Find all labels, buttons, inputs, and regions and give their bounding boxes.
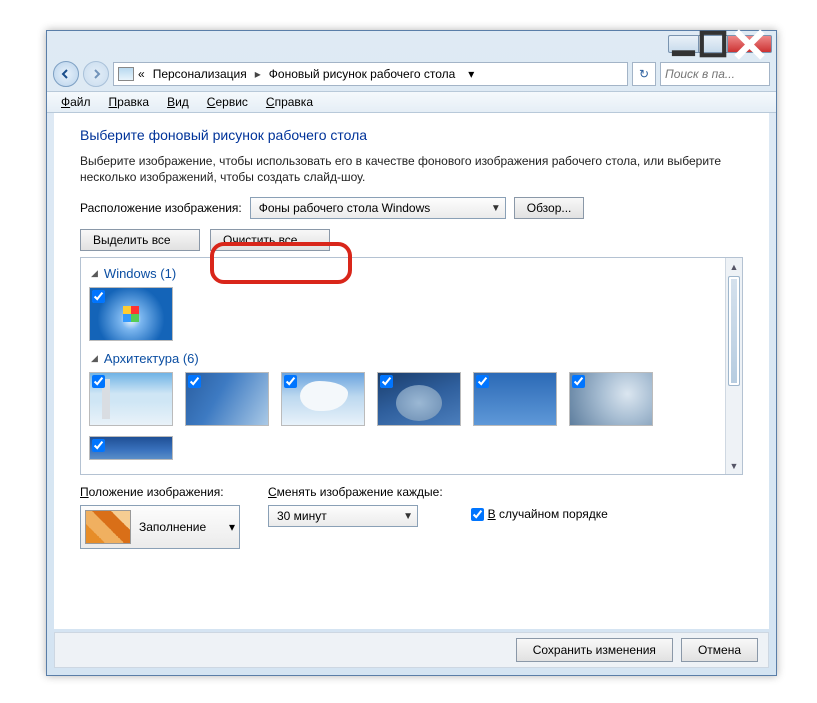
menu-edit[interactable]: Правка [101,93,158,111]
interval-combo[interactable]: 30 минут ▼ [268,505,418,527]
scrollbar-thumb[interactable] [728,276,740,386]
chevron-down-icon: ▼ [491,203,501,214]
save-changes-button[interactable]: Сохранить изменения [516,638,673,662]
position-label: Положение изображения: [80,485,240,499]
position-value: Заполнение [139,520,206,534]
search-input[interactable] [665,67,765,81]
breadcrumb-personalization[interactable]: Персонализация [149,65,251,83]
wallpaper-thumb[interactable] [569,372,653,426]
nav-forward-button[interactable] [83,61,109,87]
location-label: Расположение изображения: [80,201,242,215]
menu-help[interactable]: Справка [258,93,321,111]
page-title: Выберите фоновый рисунок рабочего стола [80,127,743,143]
search-box[interactable] [660,62,770,86]
thumb-checkbox[interactable] [284,375,297,388]
thumb-checkbox[interactable] [92,375,105,388]
interval-value: 30 минут [277,509,327,523]
browse-button[interactable]: Обзор... [514,197,585,219]
page-description: Выберите изображение, чтобы использовать… [80,153,743,185]
thumb-checkbox[interactable] [380,375,393,388]
location-row: Расположение изображения: Фоны рабочего … [80,197,743,219]
select-all-button[interactable]: Выделить все [80,229,200,251]
selection-buttons: Выделить все Очистить все [80,229,743,251]
chevron-down-icon: ▼ [403,511,413,522]
scroll-down-icon[interactable]: ▼ [726,457,742,474]
clear-all-button[interactable]: Очистить все [210,229,330,251]
folder-icon [118,67,134,81]
refresh-button[interactable]: ↻ [632,62,656,86]
shuffle-label[interactable]: В случайном порядке [488,507,608,521]
position-combo[interactable]: Заполнение ▾ [80,505,240,549]
interval-label: Сменять изображение каждые: [268,485,443,499]
desktop-background-window: « Персонализация ▸ Фоновый рисунок рабоч… [46,30,777,676]
wallpaper-thumb[interactable] [473,372,557,426]
titlebar [47,31,776,57]
scroll-up-icon[interactable]: ▲ [726,258,742,275]
wallpaper-thumb[interactable] [281,372,365,426]
address-dropdown-icon[interactable]: ▾ [463,67,479,81]
wallpaper-thumb[interactable] [89,436,173,460]
maximize-button[interactable] [698,35,728,53]
collapse-icon: ◢ [91,268,98,279]
breadcrumb-desktop-background[interactable]: Фоновый рисунок рабочего стола [265,65,460,83]
footer: Сохранить изменения Отмена [54,632,769,668]
shuffle-option: В случайном порядке [471,507,608,521]
wallpaper-thumb[interactable] [89,372,173,426]
group-architecture[interactable]: ◢ Архитектура (6) [91,351,734,366]
wallpaper-thumb[interactable] [185,372,269,426]
menu-tools[interactable]: Сервис [199,93,256,111]
thumb-checkbox[interactable] [572,375,585,388]
shuffle-checkbox[interactable] [471,508,484,521]
scrollbar[interactable]: ▲ ▼ [725,258,742,474]
breadcrumb-overflow[interactable]: « [138,67,145,81]
menu-view[interactable]: Вид [159,93,197,111]
cancel-button[interactable]: Отмена [681,638,758,662]
nav-back-button[interactable] [53,61,79,87]
wallpaper-thumb[interactable] [377,372,461,426]
thumb-checkbox[interactable] [188,375,201,388]
navbar: « Персонализация ▸ Фоновый рисунок рабоч… [47,57,776,91]
thumb-checkbox[interactable] [92,439,105,452]
menu-bar: Файл Правка Вид Сервис Справка [47,91,776,113]
bottom-controls: Положение изображения: Заполнение ▾ Смен… [80,485,743,549]
wallpaper-thumb[interactable] [89,287,173,341]
minimize-button[interactable] [668,35,698,53]
thumb-checkbox[interactable] [476,375,489,388]
wallpaper-list: ◢ Windows (1) ◢ Архитектура (6) [80,257,743,475]
collapse-icon: ◢ [91,353,98,364]
location-value: Фоны рабочего стола Windows [259,201,431,215]
chevron-down-icon: ▾ [229,520,235,534]
close-button[interactable] [728,35,772,53]
content-area: Выберите фоновый рисунок рабочего стола … [54,113,769,629]
address-bar[interactable]: « Персонализация ▸ Фоновый рисунок рабоч… [113,62,628,86]
location-combo[interactable]: Фоны рабочего стола Windows ▼ [250,197,506,219]
menu-file[interactable]: Файл [53,93,99,111]
group-windows[interactable]: ◢ Windows (1) [91,266,734,281]
chevron-right-icon: ▸ [255,67,261,81]
position-preview-icon [85,510,131,544]
thumb-checkbox[interactable] [92,290,105,303]
